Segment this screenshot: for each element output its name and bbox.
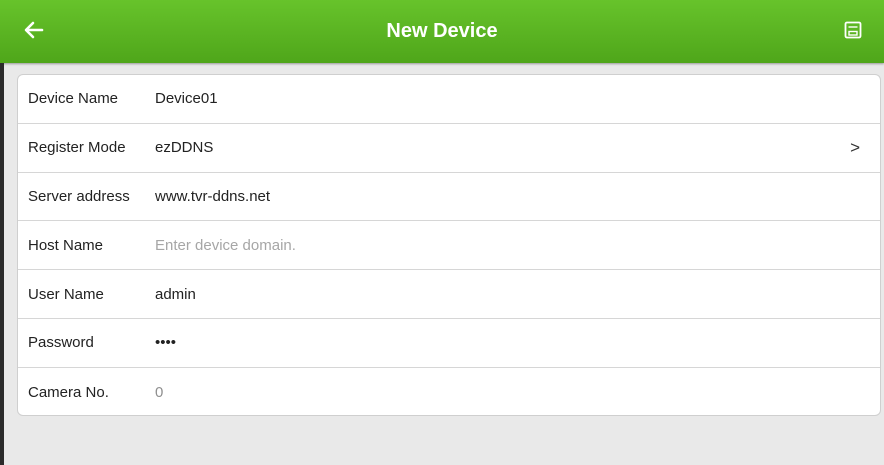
page-title: New Device xyxy=(386,20,498,42)
device-form: Device Name Register Mode ezDDNS > Serve… xyxy=(17,74,881,416)
host-name-label: Host Name xyxy=(28,236,104,254)
device-name-label: Device Name xyxy=(28,90,119,108)
camera-no-input[interactable] xyxy=(155,383,880,401)
user-name-row[interactable]: User Name xyxy=(18,270,880,319)
server-address-label: Server address xyxy=(28,187,130,205)
password-input[interactable]: •••• xyxy=(155,334,880,351)
chevron-right-icon: > xyxy=(850,137,860,157)
user-name-label: User Name xyxy=(28,285,104,303)
top-bar: New Device xyxy=(0,0,884,63)
server-address-input[interactable] xyxy=(155,187,880,205)
device-name-row[interactable]: Device Name xyxy=(18,75,880,124)
user-name-input[interactable] xyxy=(155,285,880,303)
password-label: Password xyxy=(28,334,94,352)
device-name-input[interactable] xyxy=(155,90,880,108)
host-name-input[interactable] xyxy=(155,236,880,254)
register-mode-row[interactable]: Register Mode ezDDNS > xyxy=(18,124,880,173)
camera-no-row[interactable]: Camera No. xyxy=(18,368,880,415)
back-button[interactable] xyxy=(18,18,50,46)
save-icon xyxy=(844,21,862,44)
register-mode-label: Register Mode xyxy=(28,139,126,157)
host-name-row[interactable]: Host Name xyxy=(18,221,880,271)
window-edge xyxy=(0,63,4,465)
save-button[interactable] xyxy=(840,19,866,45)
register-mode-value: ezDDNS xyxy=(155,139,214,157)
app-window: New Device Device Name Register Mode ezD… xyxy=(0,0,884,465)
arrow-left-icon xyxy=(24,21,44,44)
password-row[interactable]: Password •••• xyxy=(18,319,880,368)
camera-no-label: Camera No. xyxy=(28,383,109,401)
server-address-row[interactable]: Server address xyxy=(18,173,880,222)
